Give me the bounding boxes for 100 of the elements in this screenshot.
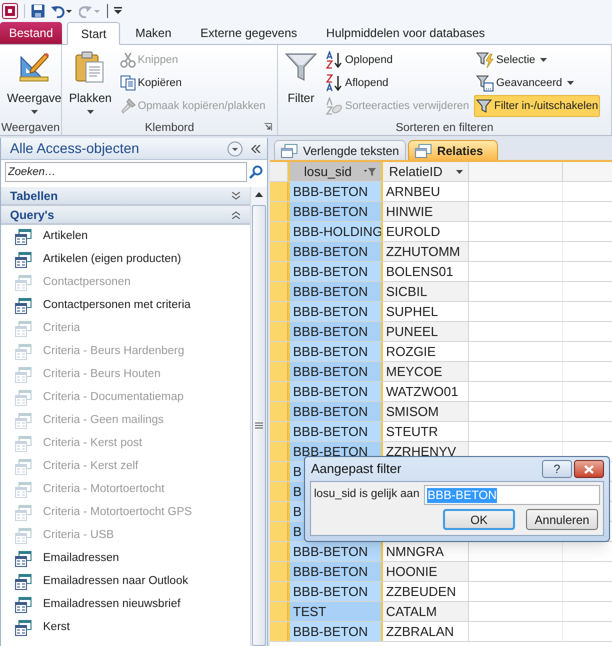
record-selector[interactable] — [270, 322, 288, 341]
large-command-button[interactable]: Weergave — [4, 49, 64, 121]
table-cell: BBB-BETON — [288, 322, 383, 341]
query-icon — [15, 458, 32, 474]
large-command-button[interactable]: Plakken — [66, 49, 115, 121]
record-selector[interactable] — [270, 422, 288, 441]
ribbon-tab[interactable]: Externe gegevens — [186, 22, 312, 44]
table-cell: ZZBRALAN — [383, 622, 469, 641]
table-cell: HINWIE — [383, 202, 469, 221]
brush-icon — [120, 98, 136, 114]
dialog-button[interactable]: OK — [443, 509, 515, 530]
query-icon — [15, 274, 32, 290]
column-header[interactable]: losu_sid — [288, 162, 383, 181]
record-selector[interactable] — [270, 622, 288, 641]
record-selector[interactable] — [270, 182, 288, 201]
scrollbar[interactable] — [250, 187, 267, 646]
copy-icon — [120, 75, 136, 91]
query-item[interactable]: Emailadressen naar Outlook — [1, 570, 250, 593]
table-cell: BBB-BETON — [288, 282, 383, 301]
record-selector[interactable] — [270, 542, 288, 561]
redo-icon — [79, 4, 101, 18]
record-selector[interactable] — [270, 442, 288, 461]
record-selector[interactable] — [270, 522, 288, 541]
dropdown-icon[interactable] — [227, 140, 243, 156]
record-selector[interactable] — [270, 362, 288, 381]
record-selector[interactable] — [270, 382, 288, 401]
caret-icon — [540, 58, 548, 62]
query-icon — [15, 620, 32, 636]
query-item[interactable]: Artikelen (eigen producten) — [1, 248, 250, 271]
scroll-thumb[interactable] — [252, 205, 266, 646]
dialog-launcher-icon[interactable] — [264, 123, 272, 131]
record-selector[interactable] — [270, 582, 288, 601]
table-cell: TEST — [288, 602, 383, 621]
close-button[interactable] — [574, 460, 604, 478]
close-icon — [584, 464, 594, 474]
group-header[interactable]: Tabellen — [1, 187, 250, 206]
command-button[interactable]: Aflopend — [323, 72, 472, 94]
column-header[interactable]: RelatieID — [383, 162, 469, 181]
record-selector[interactable] — [270, 402, 288, 421]
record-selector[interactable] — [270, 302, 288, 321]
save-icon — [31, 4, 45, 18]
table-cell: SMISOM — [383, 402, 469, 421]
clipboard-icon — [75, 51, 106, 83]
table-cell: WATZWO01 — [383, 382, 469, 401]
collapse-pane-icon[interactable] — [251, 144, 261, 152]
record-selector[interactable] — [270, 602, 288, 621]
funnel-icon — [285, 51, 317, 83]
table-cell: BBB-BETON — [288, 422, 383, 441]
table-cell: PUNEEL — [383, 322, 469, 341]
query-icon — [15, 436, 32, 452]
search-field[interactable]: Zoeken… — [5, 162, 247, 182]
record-selector[interactable] — [270, 222, 288, 241]
dialog-button[interactable]: Annuleren — [526, 509, 598, 530]
query-icon — [281, 144, 298, 158]
query-icon — [15, 412, 32, 428]
help-button[interactable]: ? — [542, 460, 572, 478]
table-cell: ARNBEU — [383, 182, 469, 201]
document-tab[interactable]: Relaties — [408, 140, 498, 160]
record-selector[interactable] — [270, 562, 288, 581]
query-item[interactable]: Kerst — [1, 616, 250, 639]
table-cell: MEYCOE — [383, 362, 469, 381]
ribbon-tab[interactable]: Hulpmiddelen voor databases — [312, 22, 499, 44]
ribbon-tab[interactable]: Start — [67, 22, 120, 45]
query-item[interactable]: Contactpersonen met criteria — [1, 294, 250, 317]
command-button[interactable]: Kopiëren — [118, 72, 268, 94]
command-button[interactable]: Filter in-/uitschakelen — [474, 95, 600, 117]
large-command-button[interactable]: Filter — [282, 49, 320, 121]
query-item[interactable]: Emailadressen nieuwsbrief — [1, 593, 250, 616]
record-selector[interactable] — [270, 482, 288, 501]
record-selector[interactable] — [270, 342, 288, 361]
table-cell: BBB-BETON — [288, 182, 383, 201]
table-cell: CATALM — [383, 602, 469, 621]
document-tab[interactable]: Verlengde teksten — [274, 140, 406, 160]
ribbon-tab[interactable]: Maken — [121, 22, 186, 44]
ribbon-tab[interactable]: Bestand — [0, 22, 62, 44]
group-header[interactable]: Query's — [1, 206, 250, 225]
query-icon — [15, 574, 32, 590]
select-all-corner[interactable] — [270, 162, 288, 181]
record-selector[interactable] — [270, 262, 288, 281]
sort-descending-icon — [325, 74, 343, 92]
query-item[interactable]: Artikelen — [1, 225, 250, 248]
record-selector[interactable] — [270, 202, 288, 221]
caret-icon — [86, 110, 94, 114]
query-item[interactable]: Emailadressen — [1, 547, 250, 570]
record-selector[interactable] — [270, 282, 288, 301]
table-cell: BBB-BETON — [288, 562, 383, 581]
table-cell: BBB-BETON — [288, 262, 383, 281]
command-button[interactable]: Oplopend — [323, 49, 472, 71]
customize-icon — [114, 7, 122, 15]
record-selector[interactable] — [270, 462, 288, 481]
filter-icon — [364, 166, 376, 176]
record-selector[interactable] — [270, 242, 288, 261]
record-selector[interactable] — [270, 502, 288, 521]
group-label: Klembord — [144, 121, 196, 135]
filter-lightning-icon — [476, 51, 494, 69]
scissors-icon — [120, 52, 136, 68]
table-cell: HOONIE — [383, 562, 469, 581]
command-button[interactable]: Geavanceerd — [474, 72, 600, 94]
group-label: Weergaven — [0, 121, 61, 135]
command-button[interactable]: Selectie — [474, 49, 600, 71]
